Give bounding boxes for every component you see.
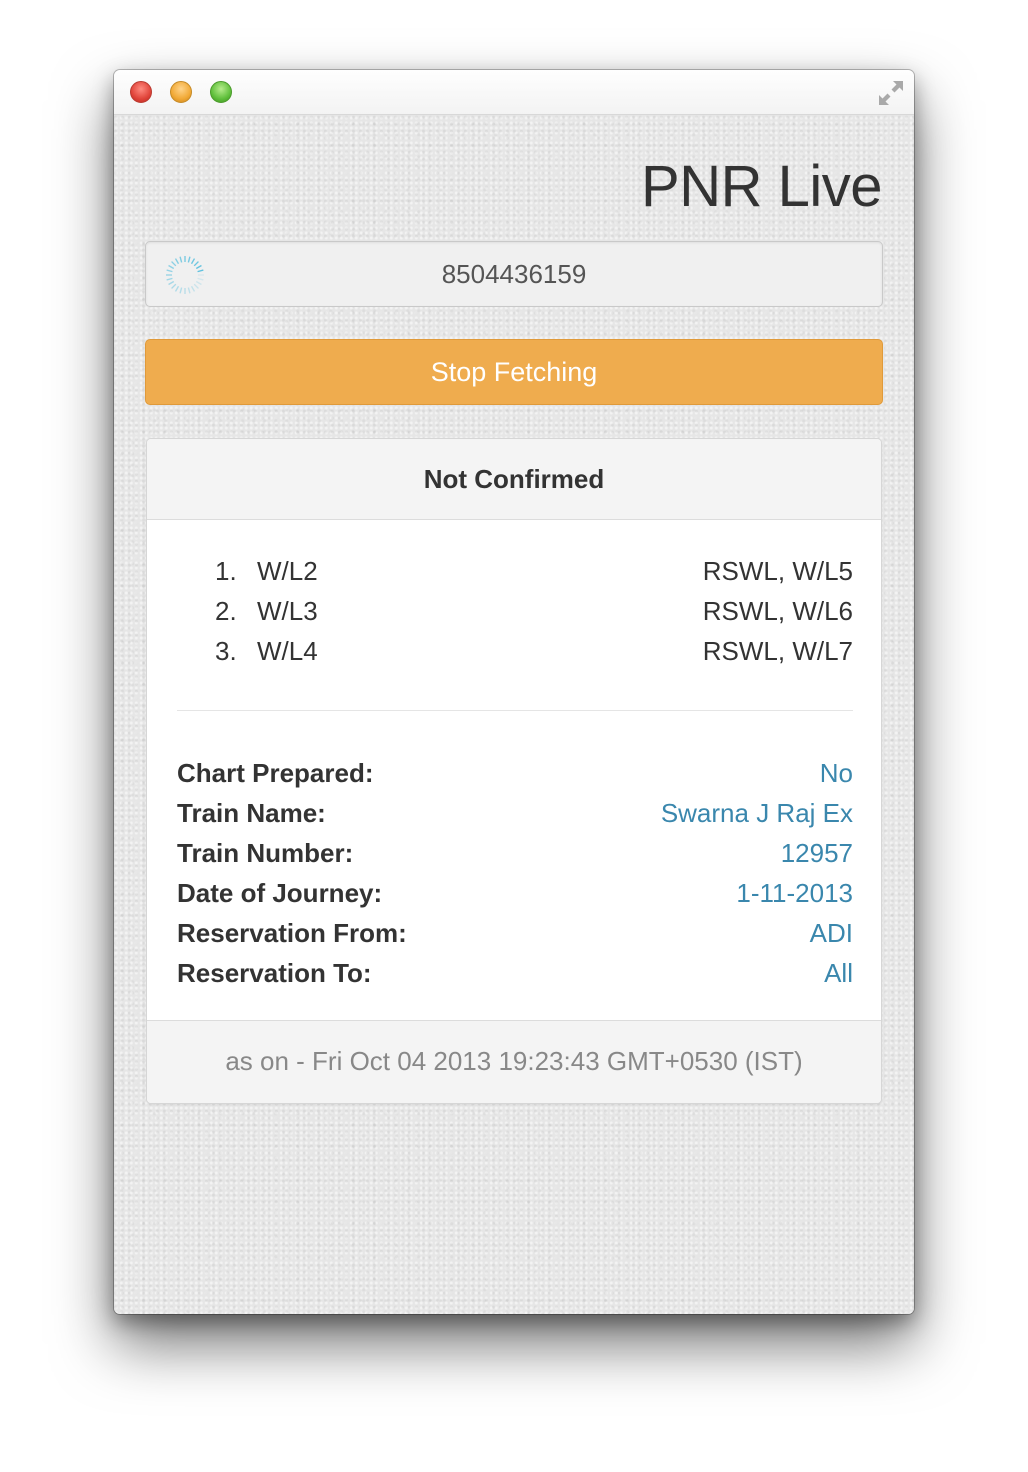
app-window: PNR Live Stop Fetching Not Confirmed 1. … xyxy=(114,70,914,1314)
detail-date-of-journey: Date of Journey: 1-11-2013 xyxy=(177,873,853,913)
detail-reservation-from: Reservation From: ADI xyxy=(177,913,853,953)
passenger-number: 1. xyxy=(215,556,237,586)
current-status: RSWL, W/L7 xyxy=(702,636,853,666)
current-status: RSWL, W/L6 xyxy=(702,596,853,626)
passenger-row: 3. W/L4 RSWL, W/L7 xyxy=(177,631,853,671)
title-bar[interactable] xyxy=(114,70,914,115)
passenger-row: 2. W/L3 RSWL, W/L6 xyxy=(177,591,853,631)
detail-label: Train Name: xyxy=(177,798,326,828)
detail-value: No xyxy=(819,758,853,788)
detail-label: Train Number: xyxy=(177,838,354,868)
detail-reservation-to: Reservation To: All xyxy=(177,953,853,993)
status-header: Not Confirmed xyxy=(147,439,881,520)
passenger-row: 1. W/L2 RSWL, W/L5 xyxy=(177,551,853,591)
booking-status: W/L3 xyxy=(257,596,318,626)
detail-value: ADI xyxy=(809,918,853,948)
passenger-number: 3. xyxy=(215,636,237,666)
divider xyxy=(177,710,853,711)
detail-value: Swarna J Raj Ex xyxy=(660,798,853,828)
passenger-list: 1. W/L2 RSWL, W/L5 2. W/L3 RSWL, W/L6 3.… xyxy=(177,551,853,671)
pnr-input[interactable] xyxy=(146,242,882,306)
detail-value: 12957 xyxy=(780,838,853,868)
detail-value: 1-11-2013 xyxy=(736,878,853,908)
booking-status: W/L2 xyxy=(257,556,318,586)
current-status: RSWL, W/L5 xyxy=(702,556,853,586)
fullscreen-icon[interactable] xyxy=(876,78,906,108)
detail-label: Chart Prepared: xyxy=(177,758,374,788)
journey-details: Chart Prepared: No Train Name: Swarna J … xyxy=(177,753,853,993)
detail-label: Reservation From: xyxy=(177,918,407,948)
last-updated-timestamp: as on - Fri Oct 04 2013 19:23:43 GMT+053… xyxy=(147,1020,881,1103)
pnr-status-card: Not Confirmed 1. W/L2 RSWL, W/L5 2. W/L3… xyxy=(146,438,882,1104)
passenger-number: 2. xyxy=(215,596,237,626)
zoom-window-button[interactable] xyxy=(210,81,232,103)
detail-label: Date of Journey: xyxy=(177,878,383,908)
pnr-input-field[interactable] xyxy=(145,241,883,307)
detail-train-number: Train Number: 12957 xyxy=(177,833,853,873)
booking-status: W/L4 xyxy=(257,636,318,666)
close-window-button[interactable] xyxy=(130,81,152,103)
detail-chart-prepared: Chart Prepared: No xyxy=(177,753,853,793)
detail-train-name: Train Name: Swarna J Raj Ex xyxy=(177,793,853,833)
app-title: PNR Live xyxy=(641,154,882,219)
detail-label: Reservation To: xyxy=(177,958,372,988)
app-content: PNR Live Stop Fetching Not Confirmed 1. … xyxy=(114,115,914,1314)
detail-value: All xyxy=(824,958,853,988)
loading-spinner-icon xyxy=(166,256,204,294)
stop-fetching-button[interactable]: Stop Fetching xyxy=(145,339,883,405)
minimize-window-button[interactable] xyxy=(170,81,192,103)
